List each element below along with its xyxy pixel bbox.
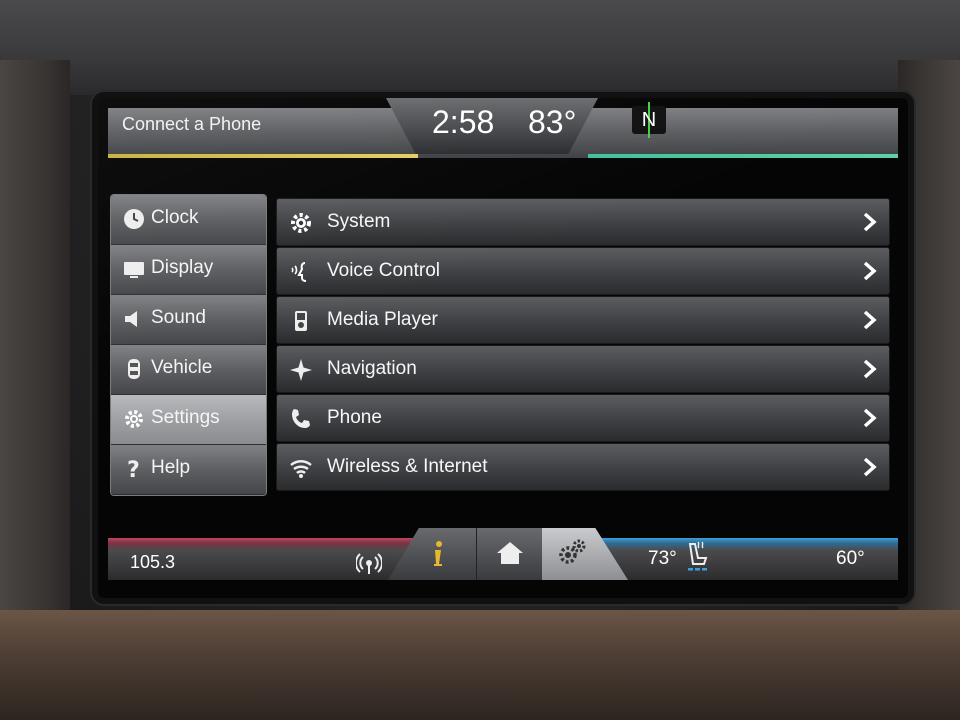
gear-icon <box>291 213 311 233</box>
display-icon <box>124 262 144 278</box>
phone-icon <box>292 409 310 428</box>
heated-seat-icon[interactable] <box>684 540 710 574</box>
compass-indicator: N <box>632 102 666 138</box>
bezel-top <box>0 0 960 95</box>
svg-text:?: ? <box>127 458 140 480</box>
chevron-right-icon <box>863 212 877 232</box>
wifi-icon <box>290 460 312 478</box>
sidebar-item-vehicle[interactable]: Vehicle <box>111 345 266 395</box>
connect-phone-button[interactable]: Connect a Phone <box>122 114 261 135</box>
list-item-voice-control[interactable]: Voice Control <box>276 247 890 295</box>
main-tabs <box>388 528 628 580</box>
chevron-right-icon <box>863 261 877 281</box>
settings-sidebar: Clock Display Sound Vehicle Settings ? H… <box>110 194 267 496</box>
list-item-phone[interactable]: Phone <box>276 394 890 442</box>
chevron-right-icon <box>863 408 877 428</box>
header-accent-right <box>588 154 898 158</box>
gears-icon <box>559 539 586 564</box>
media-player-icon <box>295 311 307 331</box>
time-display: 2:58 <box>432 104 495 140</box>
car-icon <box>128 359 140 379</box>
info-icon <box>434 541 442 566</box>
tab-settings[interactable] <box>542 528 628 580</box>
tab-home[interactable] <box>476 528 543 580</box>
voice-icon <box>291 262 307 282</box>
sidebar-item-sound[interactable]: Sound <box>111 295 266 345</box>
home-icon <box>497 542 523 564</box>
list-item-label: Navigation <box>327 358 417 379</box>
climate-temperature[interactable]: 73° <box>648 548 677 570</box>
outside-temperature: 60° <box>836 548 865 569</box>
chevron-right-icon <box>863 310 877 330</box>
list-item-label: Voice Control <box>327 260 441 281</box>
temperature-display: 83° <box>528 104 577 140</box>
sidebar-item-label: Display <box>151 257 214 278</box>
broadcast-icon <box>356 553 382 574</box>
touchscreen: Connect a Phone 2:58 83° N Clock Display… <box>98 98 908 598</box>
sidebar-item-label: Clock <box>151 207 199 228</box>
bottom-bar: 105.3 73° 60° <box>108 528 898 584</box>
list-item-label: Phone <box>327 407 382 428</box>
tab-info[interactable] <box>388 528 476 580</box>
sidebar-item-label: Sound <box>151 307 206 328</box>
sidebar-item-clock[interactable]: Clock <box>111 195 266 245</box>
gear-icon <box>125 410 143 428</box>
list-item-label: Media Player <box>327 309 438 330</box>
sidebar-item-help[interactable]: ? Help <box>111 445 266 495</box>
speaker-icon <box>125 311 137 327</box>
sidebar-item-label: Settings <box>151 407 220 428</box>
list-item-system[interactable]: System <box>276 198 890 246</box>
list-item-wireless-internet[interactable]: Wireless & Internet <box>276 443 890 491</box>
header-accent-left <box>108 154 418 158</box>
sidebar-item-label: Help <box>151 457 191 478</box>
chevron-right-icon <box>863 457 877 477</box>
sidebar-item-label: Vehicle <box>151 357 213 378</box>
question-icon: ? <box>127 458 140 480</box>
list-item-label: System <box>327 211 391 232</box>
clock-icon <box>124 209 144 229</box>
sidebar-item-settings[interactable]: Settings <box>111 395 266 445</box>
sidebar-item-display[interactable]: Display <box>111 245 266 295</box>
radio-station[interactable]: 105.3 <box>130 552 175 573</box>
list-item-media-player[interactable]: Media Player <box>276 296 890 344</box>
compass-heading: N <box>641 108 657 131</box>
list-item-navigation[interactable]: Navigation <box>276 345 890 393</box>
compass-star-icon <box>290 359 312 381</box>
chevron-right-icon <box>863 359 877 379</box>
bezel-bottom <box>0 610 960 720</box>
list-item-label: Wireless & Internet <box>327 456 488 477</box>
